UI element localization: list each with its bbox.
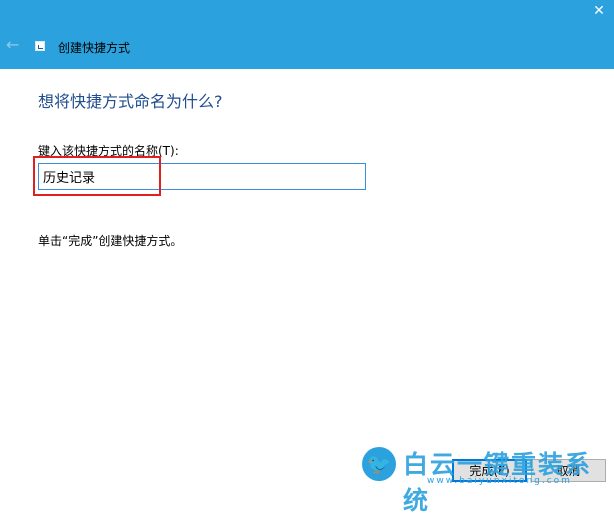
back-arrow-icon[interactable]: ← (6, 37, 24, 53)
shortcut-icon (35, 41, 45, 51)
page-heading: 想将快捷方式命名为什么? (38, 92, 223, 111)
window-title: 创建快捷方式 (58, 41, 131, 55)
close-icon[interactable]: ✕ (592, 4, 606, 18)
cancel-button[interactable]: 取消 (531, 459, 606, 482)
finish-button[interactable]: 完成(F) (452, 459, 527, 482)
name-field-label: 键入该快捷方式的名称(T): (38, 144, 179, 158)
shortcut-name-input[interactable] (38, 163, 366, 190)
finish-hint-text: 单击“完成”创建快捷方式。 (38, 234, 183, 248)
twitter-bird-icon: 🐦 (362, 447, 396, 481)
title-bar: ✕ ← (0, 0, 614, 69)
